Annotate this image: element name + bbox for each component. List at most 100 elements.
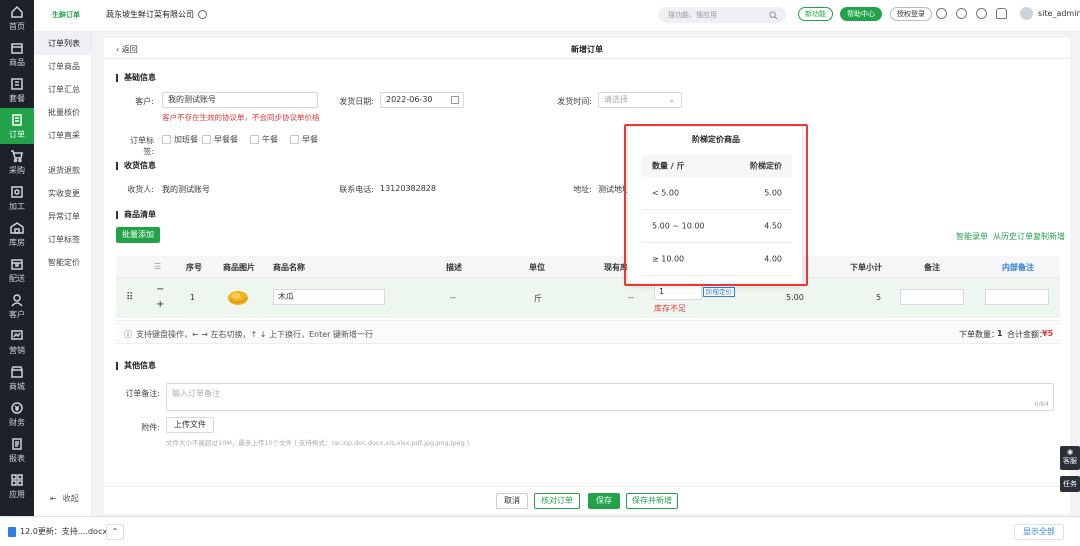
global-search[interactable]: 搜功能、搜应用 (658, 7, 786, 23)
drag-handle-icon[interactable]: ⠿ (126, 292, 133, 303)
copy-history-link[interactable]: 从历史订单复制新增 (993, 231, 1065, 242)
settings-icon[interactable] (936, 8, 947, 19)
popover-title: 阶梯定价商品 (692, 135, 740, 144)
sidebar-item-group2-2[interactable]: 异常订单 (34, 205, 91, 228)
sidebar-item-group1-0[interactable]: 订单列表 (34, 32, 91, 55)
inner-remark-input[interactable] (985, 289, 1049, 305)
add-row-icon[interactable]: + (156, 299, 164, 310)
total-qty-label: 下单数量： (959, 330, 999, 339)
bell-icon[interactable] (996, 8, 1007, 19)
rail-item-9[interactable]: 营销 (0, 324, 34, 360)
checkbox-box (162, 135, 171, 144)
customer-input[interactable]: 我的测试账号 (162, 92, 318, 108)
rail-item-6[interactable]: 库房 (0, 216, 34, 252)
product-image[interactable] (226, 286, 250, 310)
bulk-add-button[interactable]: 批量添加 (116, 227, 160, 243)
auth-login-button[interactable]: 授权登录 (890, 7, 932, 21)
rail-item-label: 应用 (9, 489, 25, 499)
tag-checkbox-1[interactable]: 早餐餐 (202, 134, 238, 145)
collapse-button[interactable]: ⇤ 收起 (50, 493, 79, 504)
sidebar-item-group2-3[interactable]: 订单标签 (34, 228, 91, 251)
save-button[interactable]: 保存 (588, 493, 620, 509)
rail-item-2[interactable]: 套餐 (0, 72, 34, 108)
th-index: 序号 (186, 263, 202, 272)
rail-item-13[interactable]: 应用 (0, 468, 34, 504)
rail-item-8[interactable]: 客户 (0, 288, 34, 324)
rail-item-0[interactable]: 首页 (0, 0, 34, 36)
tiered-pricing-tag[interactable]: 阶梯定价 (703, 287, 735, 297)
sidebar-item-group1-2[interactable]: 订单汇总 (34, 78, 91, 101)
cart-icon (11, 149, 23, 162)
sidebar-item-group2-0[interactable]: 退货退款 (34, 159, 91, 182)
popover-row: ≥ 10.00 4.00 (642, 243, 792, 276)
order-remark-textarea[interactable]: 输入订单备注 0/64 (166, 383, 1054, 411)
remove-row-icon[interactable]: − (156, 284, 164, 295)
compass-icon[interactable] (976, 8, 987, 19)
avatar (1020, 7, 1033, 20)
table-footer: ⓘ 支持键盘操作，← → 左右切换，↑ ↓ 上下换行，Enter 键新增一行 下… (116, 320, 1060, 344)
row-stock: -- (628, 293, 634, 302)
finance-icon (11, 401, 23, 414)
date-value: 2022-06-30 (386, 95, 433, 104)
sidebar-item-group1-1[interactable]: 订单商品 (34, 55, 91, 78)
column-settings-icon[interactable]: ☰ (154, 262, 161, 271)
tag-checkbox-3[interactable]: 早餐 (290, 134, 318, 145)
show-all-button[interactable]: 显示全部 (1014, 524, 1064, 540)
header-icons (936, 8, 1007, 19)
total-amount: ¥5 (1042, 329, 1054, 338)
download-filename: 12.0更新：支持....docx (20, 527, 108, 536)
th-unit: 单位 (529, 263, 545, 272)
verify-order-button[interactable]: 核对订单 (534, 493, 580, 509)
rail-item-11[interactable]: 财务 (0, 396, 34, 432)
upload-button[interactable]: 上传文件 (166, 417, 214, 433)
rail-item-label: 商城 (9, 381, 25, 391)
marketing-icon (11, 329, 23, 340)
cancel-button[interactable]: 取消 (496, 493, 528, 509)
rail-item-12[interactable]: 报表 (0, 432, 34, 468)
tier-range: ≥ 10.00 (652, 254, 685, 264)
sidebar-item-group1-3[interactable]: 批量核价 (34, 101, 91, 124)
help-center-button[interactable]: 帮助中心 (840, 7, 882, 21)
product-name-input[interactable]: 木瓜 (273, 289, 385, 305)
rail-item-10[interactable]: 商城 (0, 360, 34, 396)
table-row: ⠿ − + 1 木瓜 -- 斤 -- 1 阶梯定价 库存不足 5.00 5 (116, 278, 1060, 318)
chat-icon: ◉ (1066, 448, 1074, 456)
th-inner-remark[interactable]: 内部备注 (1002, 262, 1034, 273)
info-icon: ⓘ (124, 330, 132, 339)
quantity-input[interactable]: 1 (654, 284, 702, 300)
rail-item-3[interactable]: 订单 (0, 108, 34, 144)
customer-service-button[interactable]: ◉ 客服 (1060, 446, 1080, 470)
tag-checkbox-0[interactable]: 加班餐 (162, 134, 198, 145)
time-select[interactable]: 请选择 ⌄ (598, 92, 682, 108)
user-menu[interactable]: site_admin (1020, 7, 1080, 20)
rail-item-1[interactable]: 商品 (0, 36, 34, 72)
sidebar-item-group2-1[interactable]: 实收变更 (34, 182, 91, 205)
popover-arrow (712, 282, 722, 287)
section-other: 其他信息 (116, 362, 156, 370)
th-image: 商品图片 (223, 263, 255, 272)
task-button[interactable]: 任务 (1060, 476, 1080, 492)
rail-item-label: 商品 (9, 57, 25, 67)
new-feature-button[interactable]: 新功能 (798, 7, 833, 21)
rail-item-4[interactable]: 采购 (0, 144, 34, 180)
info-icon[interactable] (956, 8, 967, 19)
rail-item-5[interactable]: 加工 (0, 180, 34, 216)
smart-entry-link[interactable]: 智能录单 (956, 231, 988, 242)
tag-checkbox-2[interactable]: 午餐 (250, 134, 278, 145)
company-switcher[interactable]: 蔬东坡生鲜订菜有限公司 (106, 9, 207, 20)
page-title: 新增订单 (571, 45, 603, 54)
download-item[interactable]: 12.0更新：支持....docx (8, 526, 107, 537)
th-remark: 备注 (924, 263, 940, 272)
customer-warning: 客户不存在生效的协议单，不会同步协议单价格 (162, 113, 320, 122)
sidebar-item-group1-4[interactable]: 订单直采 (34, 124, 91, 147)
remark-input[interactable] (900, 289, 964, 305)
rail-item-7[interactable]: 配送 (0, 252, 34, 288)
date-input[interactable]: 2022-06-30 (380, 92, 464, 108)
chevron-up-icon[interactable]: ⌃ (106, 524, 124, 540)
sidebar-item-group2-4[interactable]: 智能定价 (34, 251, 91, 274)
docx-file-icon (8, 526, 16, 537)
search-placeholder: 搜功能、搜应用 (668, 11, 717, 19)
save-and-new-button[interactable]: 保存并新增 (626, 493, 678, 509)
row-subtotal: 5 (876, 293, 882, 302)
order-sidebar: 订单列表 订单商品 订单汇总 批量核价 订单直采 退货退款 实收变更 异常订单 订单标签 智能定… (34, 32, 92, 516)
